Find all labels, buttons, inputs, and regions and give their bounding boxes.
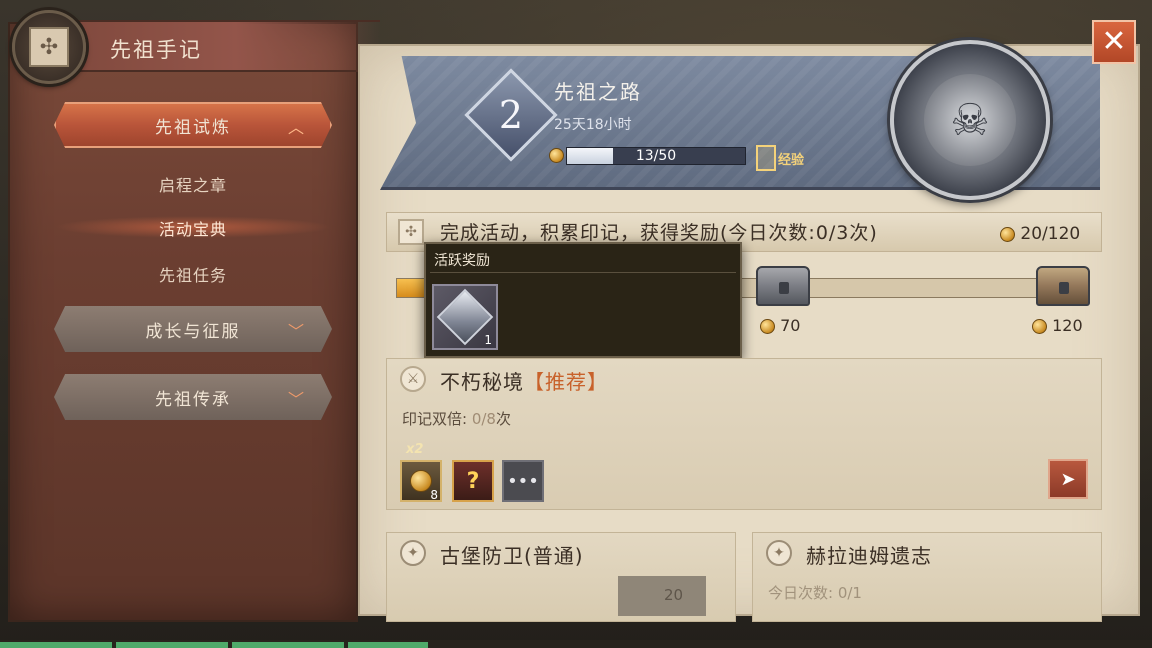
go-button[interactable]: ➤ <box>1048 459 1088 499</box>
double-mark-label: 印记双倍: 0/8次 <box>402 408 511 429</box>
rank-number: 2 <box>498 93 524 137</box>
dungeon-title: 不朽秘境【推荐】 <box>440 366 608 395</box>
double-mark-count: 0/8 <box>471 410 496 428</box>
coin-icon <box>1032 319 1047 334</box>
double-mark-text: 印记双倍: <box>402 410 472 428</box>
coin-icon <box>760 319 775 334</box>
reward-tooltip: 活跃奖励 1 <box>424 242 742 358</box>
card-title: 赫拉迪姆遗志 <box>806 544 932 568</box>
silver-gem-icon[interactable]: 1 <box>432 284 498 350</box>
page-title: 先祖手记 <box>110 38 202 62</box>
boost-label: 经验 <box>778 152 805 168</box>
item-count: 1 <box>484 333 492 347</box>
close-button[interactable]: ✕ <box>1092 20 1136 64</box>
card-cost-box <box>618 576 706 616</box>
sidebar-subitem-activity-codex[interactable]: 活动宝典 <box>54 216 332 239</box>
coin-icon <box>549 148 564 163</box>
activity-points: 20/120 <box>1000 224 1080 244</box>
sidebar-item-label: 先祖传承 <box>155 389 231 410</box>
demon-crest-icon: ☠ <box>890 40 1050 200</box>
milestone-value: 120 <box>1052 316 1083 335</box>
more-icon[interactable]: ••• <box>502 460 544 502</box>
chevron-down-icon: ﹀ <box>287 390 306 409</box>
reward-chest-120[interactable] <box>1036 266 1090 306</box>
rune-glyph: ✣ <box>29 27 69 67</box>
card-cost-value: 20 <box>664 586 684 604</box>
mystery-icon[interactable]: ? <box>452 460 494 502</box>
rune-emblem-icon: ✣ <box>12 10 86 84</box>
reward-chest-70[interactable] <box>756 266 810 306</box>
activity-description: 完成活动，积累印记，获得奖励(今日次数:0/3次) <box>440 222 878 244</box>
tooltip-title: 活跃奖励 <box>434 253 490 269</box>
sidebar-item-growth-conquest[interactable]: 成长与征服 ﹀ <box>54 306 332 352</box>
xp-boost-icon[interactable]: 经验 <box>756 144 812 172</box>
reward-count: 8 <box>430 488 438 502</box>
card-emblem-icon: ✦ <box>400 540 426 566</box>
card-daily-count: 今日次数: 0/1 <box>768 584 862 602</box>
milestone-70: 70 <box>760 316 800 335</box>
bottom-strip <box>0 640 1152 648</box>
recommend-tag: 【推荐】 <box>524 370 608 394</box>
double-mark-unit: 次 <box>495 410 511 428</box>
card-emblem-icon: ✦ <box>766 540 792 566</box>
sidebar-item-label: 先祖试炼 <box>155 117 231 138</box>
chevron-up-icon: ︿ <box>287 118 306 137</box>
sidebar-item-ancestor-trial[interactable]: 先祖试炼 ︿ <box>54 102 332 148</box>
sidebar-item-label: 成长与征服 <box>145 321 241 342</box>
coin-icon <box>410 470 432 492</box>
milestone-120: 120 <box>1032 316 1083 335</box>
dungeon-name: 不朽秘境 <box>440 370 524 394</box>
milestone-value: 70 <box>780 316 801 335</box>
card-title: 古堡防卫(普通) <box>440 544 584 568</box>
sidebar-subitem-ancestor-quests[interactable]: 先祖任务 <box>54 262 332 286</box>
coin-orb-icon[interactable]: 8 <box>400 460 442 502</box>
tooltip-divider <box>430 272 736 273</box>
send-arrow-icon: ➤ <box>1060 468 1076 490</box>
chevron-down-icon: ﹀ <box>287 322 306 341</box>
coin-icon <box>1000 226 1015 242</box>
xp-progress-label: 13/50 <box>635 148 677 164</box>
boost-box-icon <box>756 145 776 171</box>
strip-segment <box>348 642 428 648</box>
dungeon-emblem-icon: ⚔ <box>400 366 426 392</box>
skull-icon: ☠ <box>924 74 1016 166</box>
strip-segment <box>232 642 344 648</box>
season-title: 先祖之路 <box>554 80 642 104</box>
sidebar-subitem-journey[interactable]: 启程之章 <box>54 172 332 196</box>
multiplier-badge: x2 <box>406 442 424 457</box>
strip-segment <box>116 642 228 648</box>
activity-points-value: 20/120 <box>1020 224 1081 244</box>
time-remaining: 25天18小时 <box>554 117 632 133</box>
strip-segment <box>0 642 112 648</box>
activity-emblem-icon: ✣ <box>398 219 424 245</box>
sidebar-item-ancestor-legacy[interactable]: 先祖传承 ﹀ <box>54 374 332 420</box>
